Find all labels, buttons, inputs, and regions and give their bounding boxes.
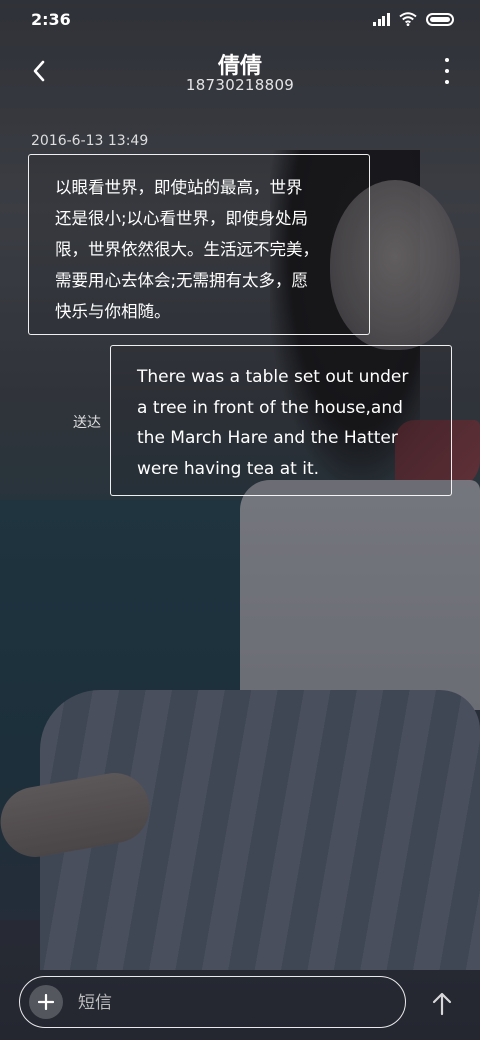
status-time: 2:36: [31, 10, 71, 29]
more-options-button[interactable]: [442, 58, 452, 84]
message-composer: [19, 976, 406, 1028]
battery-icon: [426, 12, 454, 26]
delivery-status: 送达: [73, 415, 101, 431]
message-line: 限，世界依然很大。生活远不完美，: [55, 240, 319, 259]
status-icons: [373, 12, 454, 26]
contact-number: 18730218809: [185, 76, 295, 94]
conversation-header: 倩倩 18730218809: [0, 42, 480, 102]
outgoing-message-bubble[interactable]: There was a table set out under a tree i…: [110, 345, 452, 496]
status-bar: 2:36: [0, 0, 480, 40]
message-line: were having tea at it.: [137, 458, 320, 479]
message-line: a tree in front of the house,and: [137, 397, 403, 418]
message-date: 2016-6-13 13:49: [31, 133, 149, 149]
message-line: 需要用心去体会;无需拥有太多，愿: [55, 271, 309, 290]
arrow-up-icon: [432, 992, 452, 1016]
message-line: 还是很小;以心看世界，即使身处局: [55, 209, 309, 228]
message-line: There was a table set out under: [137, 367, 409, 387]
wifi-icon: [399, 12, 417, 26]
more-vertical-icon: [445, 58, 449, 62]
message-line: 快乐与你相随。: [55, 302, 171, 321]
add-attachment-button[interactable]: [29, 985, 63, 1019]
send-button[interactable]: [428, 988, 456, 1020]
message-line: 以眼看世界，即使站的最高，世界: [55, 178, 303, 197]
message-line: the March Hare and the Hatter: [137, 428, 398, 448]
message-input[interactable]: [76, 983, 380, 1023]
signal-icon: [373, 12, 390, 26]
incoming-message-bubble[interactable]: 以眼看世界，即使站的最高，世界 还是很小;以心看世界，即使身处局 限，世界依然很…: [28, 154, 370, 335]
sms-conversation-screen: 2:36 倩倩 18730218809 2016-6-13 13:49 以眼看世…: [0, 0, 480, 1040]
plus-icon: [38, 994, 54, 1010]
